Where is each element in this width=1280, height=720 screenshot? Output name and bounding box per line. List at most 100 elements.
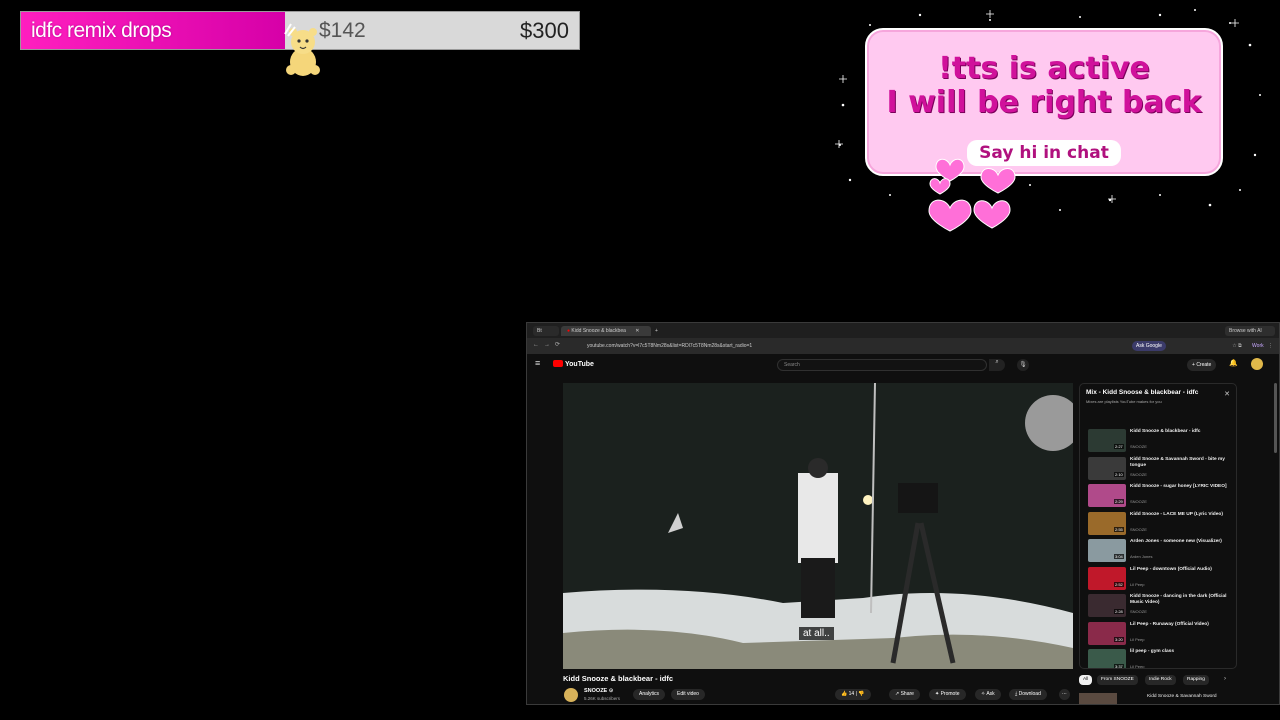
mix-item-title: Kidd Snooze - LACE ME UP (Lyric Video) (1130, 511, 1223, 517)
edit-video-button[interactable]: Edit video (671, 689, 705, 700)
mix-item-channel: SNOOZE (1130, 444, 1147, 449)
video-thumbnail (1079, 693, 1117, 704)
share-label: Share (900, 691, 914, 697)
tab-title: Kidd Snooze & blackbea (571, 328, 626, 334)
url-field[interactable]: youtube.com/watch?v=l7c5T8Nm28s&list=RDl… (577, 341, 1117, 351)
mix-list-item[interactable]: 3:20 Lil Peep - Runaway (Official Video) L… (1088, 621, 1233, 648)
promote-label: Promote (940, 691, 960, 697)
video-duration: 3:20 (1114, 636, 1124, 642)
channel-avatar[interactable] (564, 688, 578, 702)
more-actions-button[interactable]: ⋯ (1059, 689, 1070, 700)
video-duration: 3:37 (1114, 664, 1124, 669)
mix-item-channel: SNOOZE (1130, 526, 1147, 532)
youtube-header: ≡ YouTube Search ⌕ 🎙 + Create 🔔 (527, 354, 1279, 376)
bear-mascot-icon (284, 23, 320, 76)
mix-item-channel: Lil Peep (1130, 664, 1145, 669)
analytics-button[interactable]: Analytics (633, 689, 666, 700)
goal-label: idfc remix drops (31, 19, 172, 42)
promote-icon: ✦ (935, 691, 940, 697)
mix-list-item[interactable]: 2:29 Kidd Snooze - sugar honey [LYRIC VID… (1088, 484, 1233, 510)
filter-chips: All From SNOOZE Indie Rock Rapping › (1079, 675, 1279, 687)
mix-item-title: Kidd Snooze - dancing in the dark (Offic… (1130, 594, 1227, 605)
ask-label: Ask (986, 691, 995, 697)
thumbs-up-icon: 👍 (841, 691, 848, 697)
download-label: Download (1018, 691, 1041, 697)
mix-item-channel: Lil Peep (1130, 636, 1145, 642)
mix-item-channel: SNOOZE (1130, 499, 1147, 504)
video-duration: 2:29 (1114, 499, 1124, 504)
tab-youtube[interactable]: ● Kidd Snooze & blackbea ✕ (561, 326, 651, 336)
mix-item-title: Kidd Snooze & blackbear - idfc (1130, 429, 1201, 434)
like-button[interactable]: 👍 14 | 👎 (835, 689, 871, 700)
scrollbar[interactable] (1274, 383, 1277, 453)
subscriber-count: 5.26K subscribers (584, 696, 621, 701)
mix-item-title: Lil Peep - downtown (Official Audio) (1130, 566, 1212, 572)
video-title: Kidd Snooze & blackbear - idfc (563, 674, 674, 683)
nav-buttons[interactable]: ←→⟳ (533, 341, 565, 348)
kebab-menu-icon[interactable]: ⋮ (1268, 343, 1273, 349)
address-bar: ←→⟳ youtube.com/watch?v=l7c5T8Nm28s&list… (527, 338, 1279, 354)
chevron-right-icon[interactable]: › (1224, 676, 1226, 682)
recommended-video-title: Kidd Snooze & Savannah Sword (1147, 694, 1217, 699)
share-button[interactable]: ↗ Share (889, 689, 920, 700)
video-duration: 2:27 (1114, 444, 1124, 449)
mix-list-item[interactable]: 2:10 Kidd Snooze & Savannah Sword - bite … (1088, 456, 1233, 483)
promote-button[interactable]: ✦ Promote (929, 689, 966, 700)
ask-button[interactable]: ✧ Ask (975, 689, 1001, 700)
hamburger-icon[interactable]: ≡ (535, 358, 540, 368)
youtube-favicon-icon: ● (567, 328, 571, 334)
download-button[interactable]: ⤓ Download (1009, 689, 1047, 700)
pinned-tab[interactable]: Bt (533, 326, 559, 336)
create-button[interactable]: + Create (1187, 359, 1217, 371)
chip-indie-rock[interactable]: Indie Rock (1145, 675, 1176, 685)
mix-list-item[interactable]: 2:28 Kidd Snooze - dancing in the dark (O… (1088, 594, 1233, 620)
video-duration: 3:04 (1114, 554, 1124, 559)
browse-with-ai-button[interactable]: Browse with AI (1225, 326, 1275, 336)
mix-list-item[interactable]: 2:27 Kidd Snooze & blackbear - idfc SNOOZE (1088, 429, 1233, 455)
mix-playlist-panel: Mix - Kidd Snoose & blackbear - idfc Mix… (1079, 383, 1237, 669)
youtube-play-icon (553, 360, 563, 367)
star-icon[interactable]: ☆ (1232, 343, 1236, 349)
search-input[interactable]: Search (777, 359, 987, 371)
recommended-video[interactable]: Kidd Snooze & Savannah Sword (1079, 693, 1279, 704)
profile-badge[interactable]: Work (1249, 341, 1267, 351)
extensions-icon[interactable]: ⧉ (1238, 343, 1242, 349)
stream-overlay: idfc remix drops $142 $300 !tts is activ… (0, 0, 1280, 720)
share-icon: ↗ (895, 691, 900, 697)
goal-target-amount: $300 (520, 18, 569, 43)
youtube-logo[interactable]: YouTube (553, 360, 594, 368)
mix-item-channel: Arden Jones (1130, 554, 1153, 559)
like-count: 14 (848, 691, 855, 697)
close-icon[interactable]: ✕ (1224, 390, 1230, 398)
mix-item-channel: SNOOZE (1130, 471, 1147, 477)
tab-close-icon[interactable]: ✕ (635, 328, 639, 334)
avatar[interactable] (1251, 358, 1263, 370)
microphone-icon[interactable]: 🎙 (1017, 359, 1029, 371)
chip-from-snooze[interactable]: From SNOOZE (1097, 675, 1138, 685)
bell-icon[interactable]: 🔔 (1229, 359, 1238, 367)
toolbar-icons: ☆ ⧉ Work ⋮ (1232, 341, 1273, 351)
video-duration: 2:52 (1114, 581, 1124, 587)
search-icon[interactable]: ⌕ (989, 359, 1005, 371)
new-tab-button[interactable]: + (655, 326, 663, 336)
mix-item-title: Arden Jones - someone new (Visualizer) (1130, 539, 1222, 544)
mix-item-channel: SNOOZE (1130, 609, 1147, 614)
mix-list-item[interactable]: 3:37 lil peep - gym class Lil Peep (1088, 649, 1233, 669)
browser-window: Bt ● Kidd Snooze & blackbea ✕ + Browse w… (526, 322, 1280, 705)
video-duration: 2:55 (1114, 526, 1124, 532)
youtube-logo-text: YouTube (565, 361, 594, 368)
mix-item-title: lil peep - gym class (1130, 649, 1174, 654)
thumbs-down-icon: 👎 (858, 691, 865, 697)
ask-google-button[interactable]: Ask Google (1132, 341, 1166, 351)
mix-item-title: Kidd Snooze & Savannah Sword - bite my t… (1130, 456, 1225, 468)
mix-list-item[interactable]: 3:04 Arden Jones - someone new (Visualize… (1088, 539, 1233, 565)
channel-row: SNOOZE ⊙ 5.26K subscribers Analytics Edi… (563, 687, 1073, 703)
chip-all[interactable]: All (1079, 675, 1093, 685)
video-player[interactable]: at all.. (563, 383, 1073, 669)
video-caption: at all.. (799, 627, 834, 640)
channel-name[interactable]: SNOOZE ⊙ (584, 688, 613, 694)
video-duration: 2:28 (1114, 609, 1124, 614)
chip-rapping[interactable]: Rapping (1183, 675, 1209, 685)
mix-list-item[interactable]: 2:55 Kidd Snooze - LACE ME UP (Lyric Vide… (1088, 511, 1233, 538)
mix-list-item[interactable]: 2:52 Lil Peep - downtown (Official Audio)… (1088, 566, 1233, 593)
